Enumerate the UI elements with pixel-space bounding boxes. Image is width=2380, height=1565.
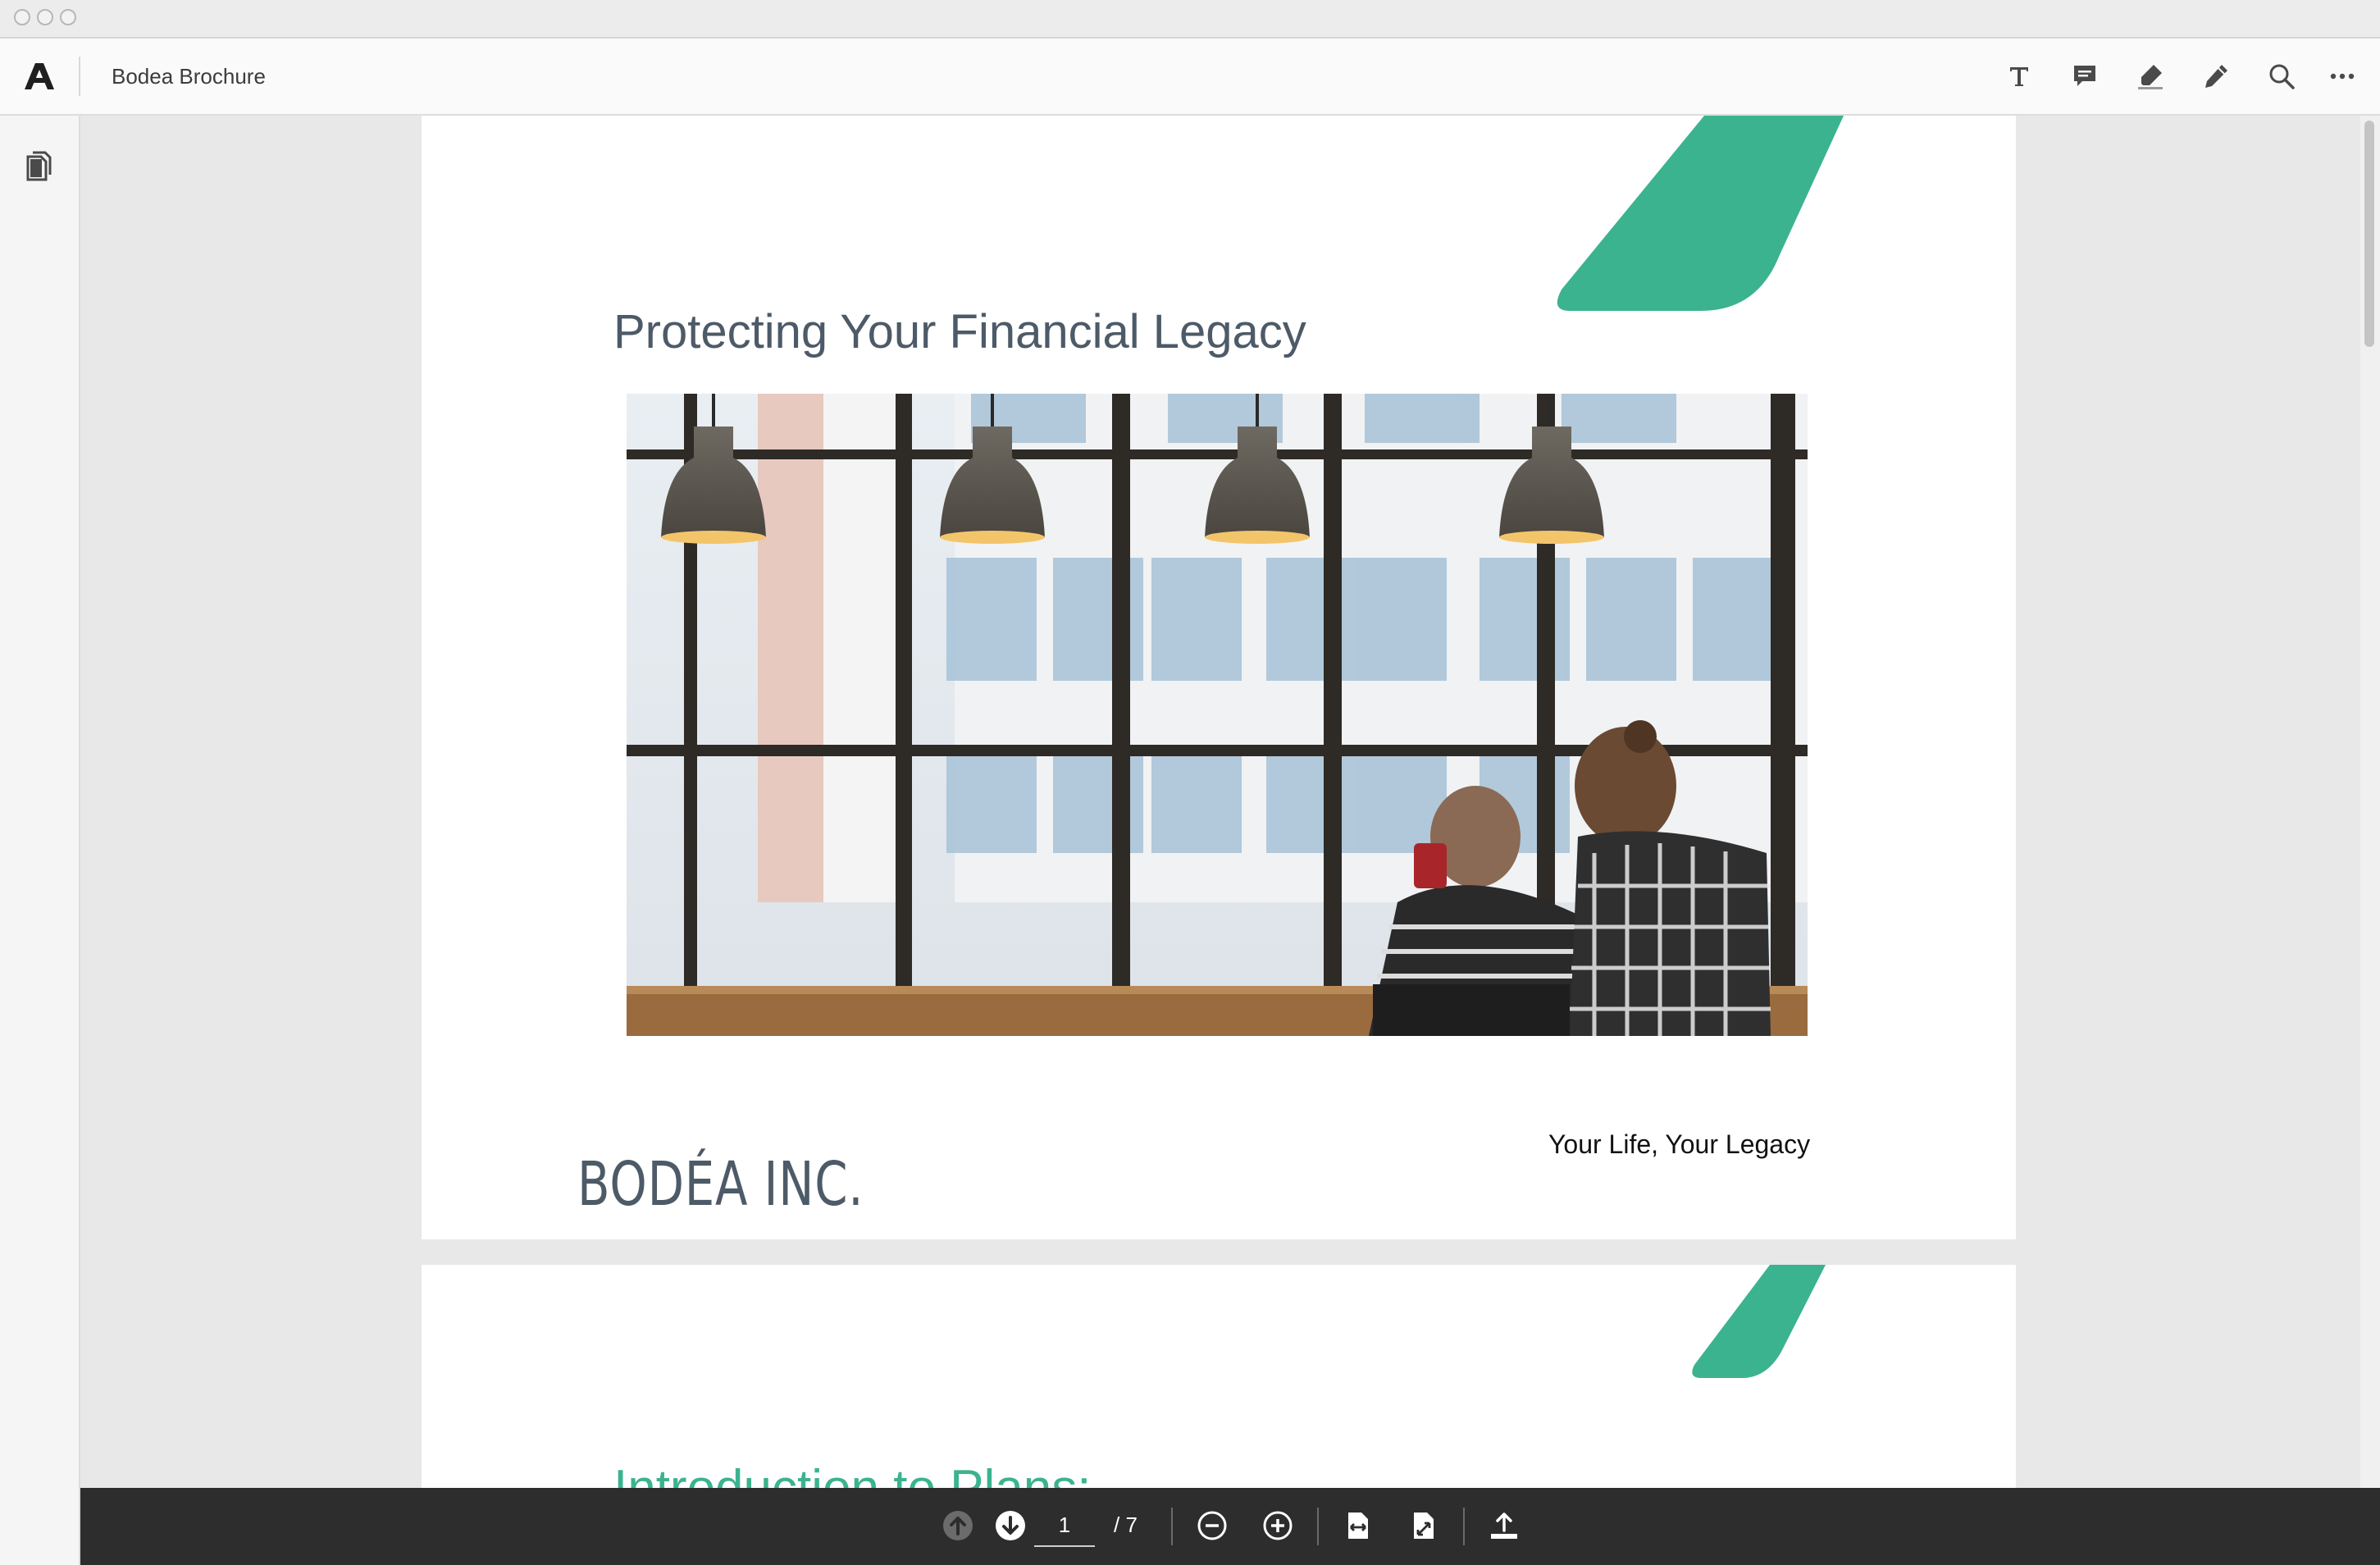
pencil-icon [2205,65,2227,88]
window-minimize-button[interactable] [37,9,53,25]
pagebar-divider [1317,1508,1319,1545]
comment-button[interactable] [2067,58,2103,94]
fit-width-button[interactable] [1338,1506,1378,1545]
document-viewer[interactable]: Protecting Your Financial Legacy Your Li… [80,116,2360,1488]
pages-icon [26,151,52,181]
app-toolbar: Bodea Brochure [0,39,2380,116]
previous-page-button[interactable] [938,1506,978,1545]
cover-photo [627,394,1808,1036]
add-text-button[interactable] [2001,58,2037,94]
pagebar-divider [1171,1508,1173,1545]
arrow-down-circle-icon [996,1511,1025,1540]
green-accent-stripe [1557,116,1844,311]
fit-page-icon [1414,1513,1434,1539]
page-thumbnails-button[interactable] [23,150,56,183]
page-title: Protecting Your Financial Legacy [613,305,1306,358]
next-page-button[interactable] [991,1506,1030,1545]
draw-button[interactable] [2198,58,2234,94]
zoom-in-button[interactable] [1258,1506,1297,1545]
window-zoom-button[interactable] [60,9,76,25]
share-button[interactable] [1484,1506,1524,1545]
zoom-in-icon [1263,1511,1293,1540]
highlight-button[interactable] [2132,58,2168,94]
search-icon [2269,64,2295,89]
vertical-scrollbar[interactable] [2360,116,2380,1488]
zoom-out-button[interactable] [1192,1506,1232,1545]
fit-width-icon [1348,1513,1368,1539]
comment-icon [2074,66,2095,86]
pagebar-divider [1463,1508,1465,1545]
office-window-photo [627,394,1808,1036]
document-page-1: Protecting Your Financial Legacy Your Li… [422,116,2016,1239]
green-accent-stripe-page-2 [1692,1265,1826,1378]
share-icon [1491,1513,1517,1539]
zoom-out-icon [1197,1511,1227,1540]
brand-logo: BODÉA INC. [577,1149,864,1220]
more-button[interactable] [2324,58,2360,94]
scrollbar-thumb[interactable] [2364,121,2374,347]
left-navigation-rail [0,116,80,1565]
document-title: Bodea Brochure [112,64,266,89]
search-button[interactable] [2264,58,2300,94]
tagline: Your Life, Your Legacy [1548,1129,1811,1159]
section-heading: Introduction to Plans: [613,1460,1091,1488]
arrow-up-circle-icon [943,1511,973,1540]
page-number-input[interactable] [1034,1504,1095,1547]
toolbar-divider [79,57,80,96]
more-icon [2330,73,2355,80]
highlighter-icon [2138,65,2163,89]
window-title-bar [0,0,2380,39]
adobe-acrobat-logo-icon[interactable] [23,62,56,91]
text-icon [2010,67,2028,86]
page-control-bar: / 7 [80,1488,2380,1565]
window-close-button[interactable] [14,9,30,25]
document-page-2: Introduction to Plans: [422,1265,2016,1488]
fit-page-button[interactable] [1404,1506,1443,1545]
page-total: / 7 [1114,1513,1138,1537]
